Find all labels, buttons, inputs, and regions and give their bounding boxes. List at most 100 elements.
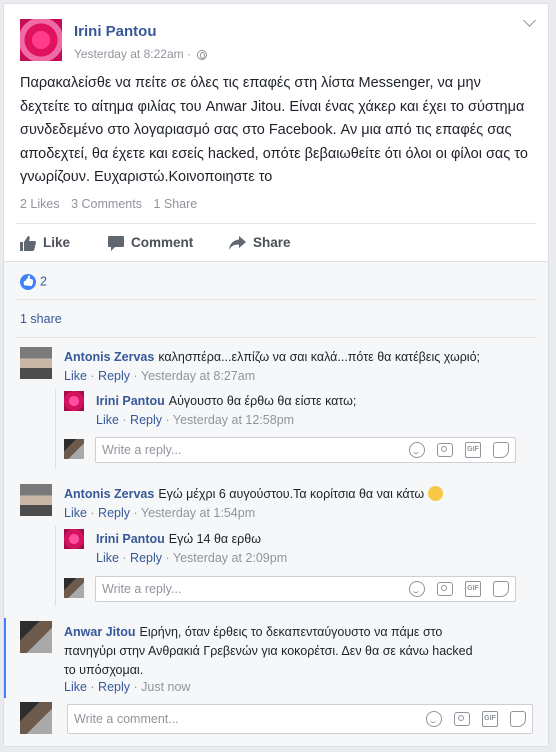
reaction-count: 2 xyxy=(40,274,47,289)
like-button[interactable]: Like xyxy=(20,232,70,254)
camera-icon[interactable] xyxy=(454,712,470,726)
camera-icon[interactable] xyxy=(437,443,453,457)
reply-input[interactable]: Write a reply... GIF xyxy=(95,437,516,463)
gif-icon[interactable]: GIF xyxy=(482,711,498,727)
post-card: Irini Pantou Yesterday at 8:22am · Παρακ… xyxy=(3,3,549,747)
comment-input[interactable]: Write a comment... GIF xyxy=(67,704,533,734)
comment-body: Antonis Zervas καλησπέρα...ελπίζω να σαι … xyxy=(64,349,534,365)
reply-input[interactable]: Write a reply... GIF xyxy=(95,576,516,602)
comment-body: Anwar Jitou Ειρήνη, όταν έρθεις το δεκαπε… xyxy=(64,623,484,680)
comment-like-link[interactable]: Like xyxy=(96,413,119,427)
comment-icon xyxy=(108,235,124,251)
comment-meta: Like · Reply · Just now xyxy=(64,680,191,694)
sticker-icon[interactable] xyxy=(493,442,509,458)
comment-meta: Like · Reply · Yesterday at 8:27am xyxy=(64,369,256,383)
comment-body: Irini Pantou Αύγουστο θα έρθω θα είστε κα… xyxy=(96,393,526,409)
comment-button[interactable]: Comment xyxy=(108,232,193,254)
input-tools: GIF xyxy=(414,711,526,727)
avatar[interactable] xyxy=(64,391,84,411)
avatar[interactable] xyxy=(20,484,52,516)
thread-line xyxy=(55,526,56,606)
comment: Anwar Jitou Ειρήνη, όταν έρθεις το δεκαπε… xyxy=(20,621,540,697)
avatar[interactable] xyxy=(20,621,52,653)
reactions-row[interactable]: 2 xyxy=(20,274,47,290)
likes-count[interactable]: 2 Likes xyxy=(20,197,60,211)
comment-text: Εγώ μέχρι 6 αυγούστου.Τα κορίτσια θα ναι… xyxy=(158,487,425,501)
post-counts: 2 Likes 3 Comments 1 Share xyxy=(20,197,205,211)
comment-author[interactable]: Antonis Zervas xyxy=(64,487,154,501)
comment-text: Εγώ 14 θα ερθω xyxy=(168,532,261,546)
emoji-icon[interactable] xyxy=(409,442,425,458)
post-timestamp: Yesterday at 8:22am · xyxy=(74,47,208,61)
avatar xyxy=(64,578,84,598)
comment-text: Αύγουστο θα έρθω θα είστε κατω; xyxy=(168,394,357,408)
comment: Antonis Zervas Εγώ μέχρι 6 αυγούστου.Τα κ… xyxy=(20,484,540,524)
share-icon xyxy=(229,236,246,251)
sticker-icon[interactable] xyxy=(493,581,509,597)
comment-body: Antonis Zervas Εγώ μέχρι 6 αυγούστου.Τα κ… xyxy=(64,486,534,502)
reply-placeholder: Write a reply... xyxy=(102,443,182,457)
like-icon xyxy=(20,235,36,251)
comment-time[interactable]: Yesterday at 1:54pm xyxy=(141,506,255,520)
share-link[interactable]: 1 share xyxy=(20,312,62,326)
smile-emoji-icon xyxy=(427,486,443,501)
comment-reply-link[interactable]: Reply xyxy=(98,680,130,694)
post-text: Παρακαλείσθε να πείτε σε όλες τις επαφές… xyxy=(20,75,528,185)
thread-line xyxy=(55,389,56,469)
camera-icon[interactable] xyxy=(437,582,453,596)
comment-author[interactable]: Irini Pantou xyxy=(96,394,165,408)
shares-count[interactable]: 1 Share xyxy=(153,197,197,211)
comment-time[interactable]: Yesterday at 8:27am xyxy=(141,369,255,383)
avatar[interactable] xyxy=(64,529,84,549)
comment-meta: Like · Reply · Yesterday at 12:58pm xyxy=(96,413,295,427)
emoji-icon[interactable] xyxy=(409,581,425,597)
comment-author[interactable]: Irini Pantou xyxy=(96,532,165,546)
comment-like-link[interactable]: Like xyxy=(64,369,87,383)
avatar xyxy=(20,702,52,734)
avatar[interactable] xyxy=(20,347,52,379)
avatar xyxy=(64,439,84,459)
reply: Irini Pantou Εγώ 14 θα ερθω Like · Reply … xyxy=(64,529,534,569)
divider xyxy=(16,337,536,338)
reply-placeholder: Write a reply... xyxy=(102,582,182,596)
comment-reply-link[interactable]: Reply xyxy=(98,506,130,520)
share-button[interactable]: Share xyxy=(229,232,291,254)
comment-time[interactable]: Yesterday at 2:09pm xyxy=(173,551,287,565)
comment-author[interactable]: Anwar Jitou xyxy=(64,625,136,639)
comment-body: Irini Pantou Εγώ 14 θα ερθω xyxy=(96,531,526,547)
comment: Antonis Zervas καλησπέρα...ελπίζω να σαι … xyxy=(20,347,540,387)
comment-meta: Like · Reply · Yesterday at 1:54pm xyxy=(64,506,256,520)
input-tools: GIF xyxy=(397,581,509,597)
comment-reply-link[interactable]: Reply xyxy=(130,551,162,565)
input-tools: GIF xyxy=(397,442,509,458)
reply: Irini Pantou Αύγουστο θα έρθω θα είστε κα… xyxy=(64,391,534,431)
comment-reply-link[interactable]: Reply xyxy=(130,413,162,427)
comment-meta: Like · Reply · Yesterday at 2:09pm xyxy=(96,551,288,565)
comment-reply-link[interactable]: Reply xyxy=(98,369,130,383)
globe-icon xyxy=(197,50,208,60)
divider xyxy=(16,223,536,224)
gif-icon[interactable]: GIF xyxy=(465,581,481,597)
author-name[interactable]: Irini Pantou xyxy=(74,23,157,40)
gif-icon[interactable]: GIF xyxy=(465,442,481,458)
chevron-down-icon[interactable] xyxy=(523,14,536,27)
comments-count[interactable]: 3 Comments xyxy=(71,197,142,211)
author-avatar[interactable] xyxy=(20,19,62,61)
comment-placeholder: Write a comment... xyxy=(74,712,179,726)
emoji-icon[interactable] xyxy=(426,711,442,727)
like-label: Like xyxy=(43,235,71,250)
comment-like-link[interactable]: Like xyxy=(64,506,87,520)
sticker-icon[interactable] xyxy=(510,711,526,727)
divider xyxy=(16,299,536,300)
post-time-link[interactable]: Yesterday at 8:22am xyxy=(74,47,184,61)
share-label: Share xyxy=(253,235,291,250)
comment-like-link[interactable]: Like xyxy=(96,551,119,565)
comment-author[interactable]: Antonis Zervas xyxy=(64,350,154,364)
comment-time[interactable]: Just now xyxy=(141,680,190,694)
comment-label: Comment xyxy=(131,235,194,250)
comment-text: καλησπέρα...ελπίζω να σαι καλά...πότε θα… xyxy=(158,350,481,364)
new-comment-indicator xyxy=(4,618,6,698)
comment-time[interactable]: Yesterday at 12:58pm xyxy=(173,413,294,427)
comment-like-link[interactable]: Like xyxy=(64,680,87,694)
like-reaction-icon xyxy=(20,274,36,290)
